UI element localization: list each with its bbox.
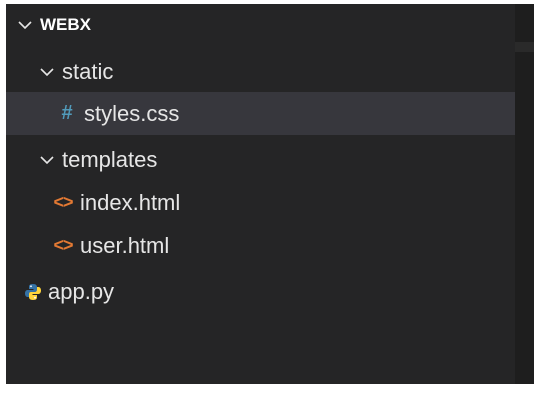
html-tag-icon: <> xyxy=(53,192,73,212)
chevron-down-icon xyxy=(36,149,58,171)
tree-item-label: user.html xyxy=(80,232,170,258)
tree-file-app-py[interactable]: app.py xyxy=(6,270,515,313)
explorer-panel: WEBX static # styles.css templates <> in… xyxy=(6,4,515,384)
vscode-window: WEBX static # styles.css templates <> in… xyxy=(6,4,534,384)
tree-file-index-html[interactable]: <> index.html xyxy=(6,181,515,224)
tree-item-label: index.html xyxy=(80,189,181,215)
tree-item-label: templates xyxy=(62,146,158,172)
workspace-root-label: WEBX xyxy=(40,15,91,34)
tree-item-label: app.py xyxy=(48,278,115,304)
tree-folder-static[interactable]: static xyxy=(6,50,515,93)
editor-tab-strip xyxy=(515,42,534,52)
python-icon xyxy=(22,281,44,303)
tree-folder-templates[interactable]: templates xyxy=(6,138,515,181)
tree-file-user-html[interactable]: <> user.html xyxy=(6,224,515,267)
chevron-down-icon xyxy=(36,61,58,83)
chevron-down-icon xyxy=(14,14,36,36)
editor-area-edge xyxy=(515,4,534,384)
tree-file-styles-css[interactable]: # styles.css xyxy=(6,92,515,135)
css-hash-icon: # xyxy=(61,102,73,124)
html-tag-icon: <> xyxy=(53,235,73,255)
workspace-root-header[interactable]: WEBX xyxy=(6,4,515,46)
tree-item-label: static xyxy=(62,58,114,84)
tree-item-label: styles.css xyxy=(84,100,180,126)
